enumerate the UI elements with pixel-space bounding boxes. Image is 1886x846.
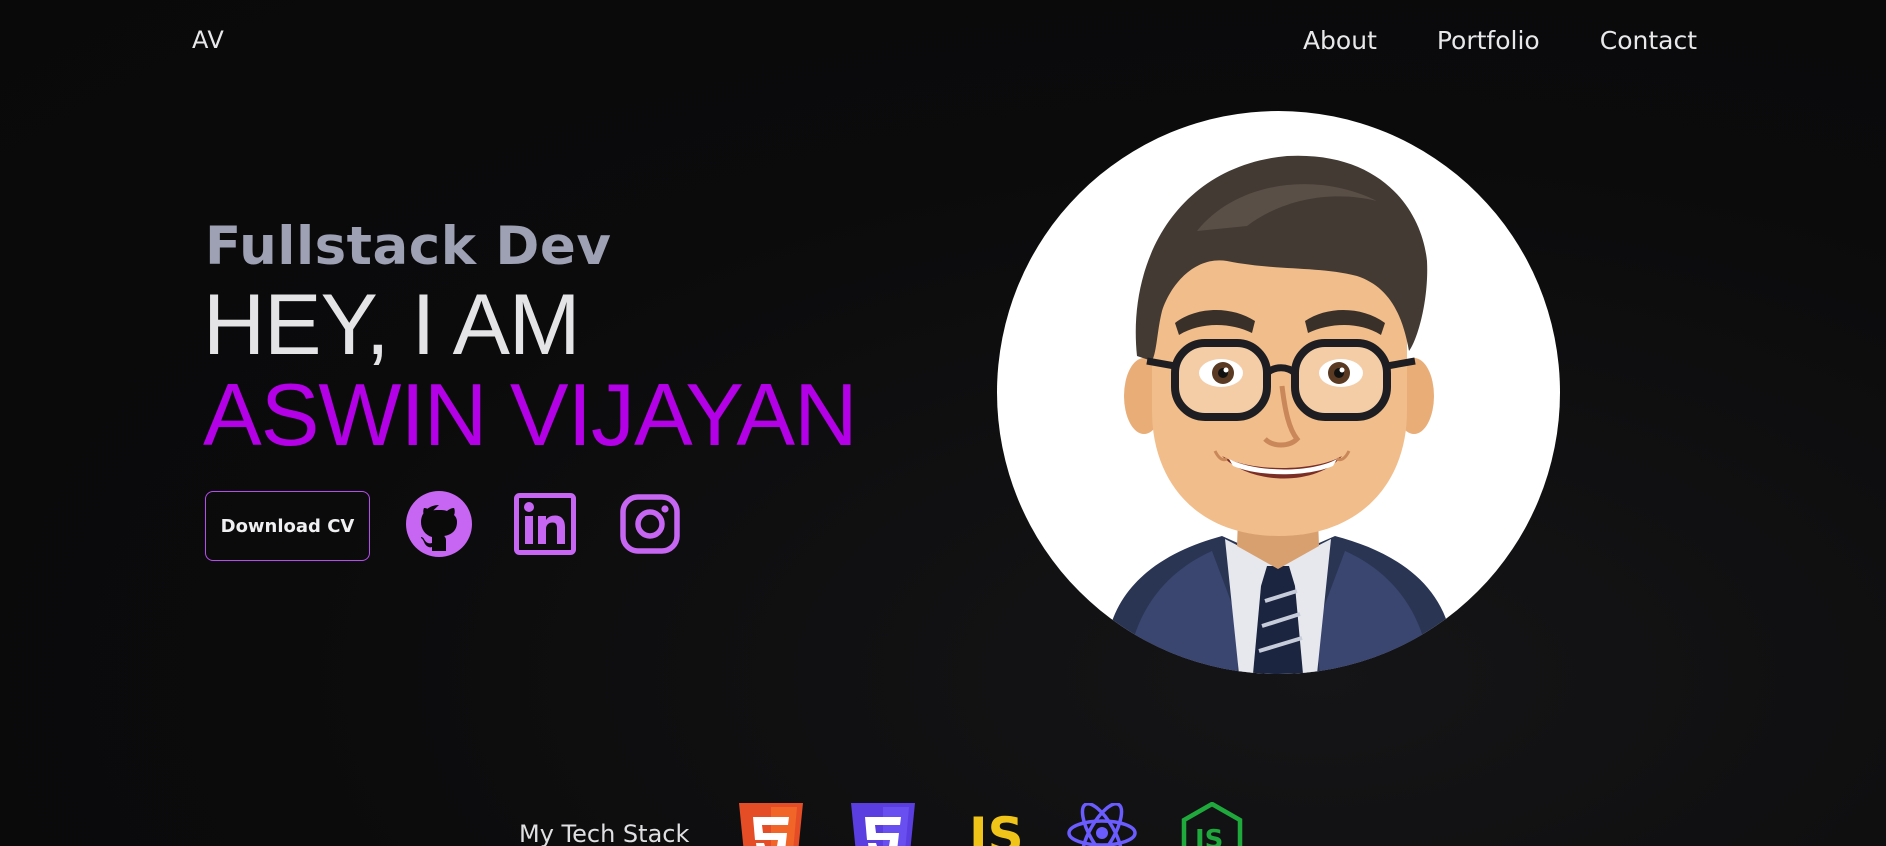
linkedin-link[interactable] [514, 493, 576, 559]
hero-name: ASWIN VIJAYAN [203, 365, 858, 464]
hero-greeting: HEY, I AM [203, 277, 581, 373]
css3-icon [851, 803, 915, 846]
nav-contact[interactable]: Contact [1600, 26, 1697, 55]
nav-about[interactable]: About [1303, 26, 1377, 55]
react-icon [1067, 803, 1137, 846]
avatar-illustration [1107, 155, 1452, 674]
nav-portfolio[interactable]: Portfolio [1437, 26, 1540, 55]
javascript-icon: JS [967, 807, 1024, 846]
download-cv-button[interactable]: Download CV [205, 491, 370, 561]
instagram-icon [620, 494, 680, 554]
logo[interactable]: AV [192, 26, 224, 54]
profile-avatar [997, 111, 1560, 674]
hero-actions: Download CV [205, 491, 680, 561]
nodejs-icon: JS [1181, 802, 1243, 846]
main-nav: About Portfolio Contact [1303, 26, 1697, 55]
hero-subtitle: Fullstack Dev [205, 216, 612, 277]
html5-icon [739, 803, 803, 846]
page: AV About Portfolio Contact Fullstack Dev… [0, 0, 1886, 846]
svg-text:JS: JS [1193, 825, 1223, 846]
github-link[interactable] [406, 491, 472, 561]
instagram-link[interactable] [620, 494, 680, 558]
github-icon [406, 491, 472, 557]
svg-text:JS: JS [967, 807, 1024, 846]
linkedin-icon [514, 493, 576, 555]
tech-stack-label: My Tech Stack [519, 820, 690, 846]
